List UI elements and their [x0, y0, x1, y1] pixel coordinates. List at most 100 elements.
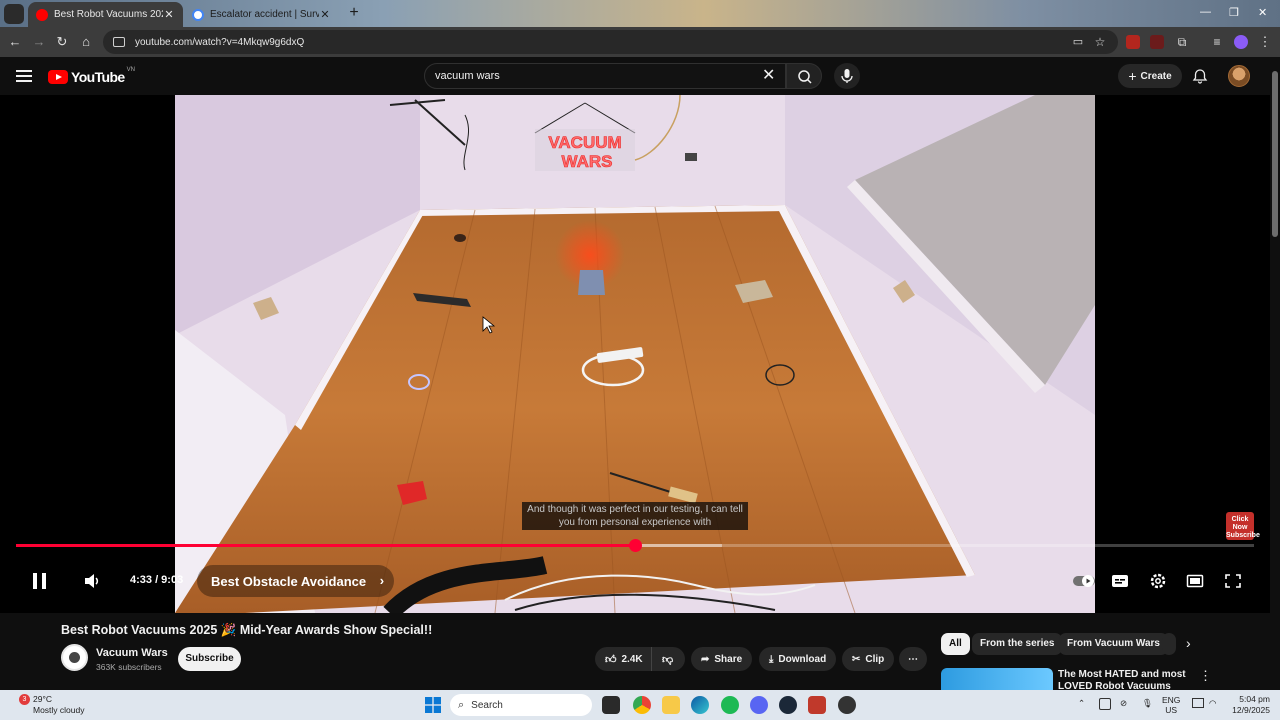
page-scrollbar[interactable] — [1270, 57, 1280, 690]
pause-button[interactable] — [31, 571, 49, 591]
autoplay-icon — [1073, 575, 1095, 587]
back-icon[interactable]: ← — [6, 33, 24, 51]
tab-title: Escalator accident | Survived pr — [210, 9, 319, 20]
home-icon[interactable]: ⌂ — [77, 33, 95, 51]
chapter-title-button[interactable]: Best Obstacle Avoidance › — [197, 565, 395, 597]
recommendation-thumbnail[interactable] — [941, 668, 1053, 690]
tray-display-icon[interactable] — [1192, 698, 1204, 708]
share-button[interactable]: ➦ Share — [691, 647, 753, 671]
language-code: ENG — [1162, 695, 1181, 705]
chrome-app-icon[interactable] — [633, 696, 651, 714]
profile-avatar-icon[interactable] — [1234, 35, 1248, 49]
account-avatar[interactable] — [1228, 65, 1250, 87]
task-view-icon[interactable] — [602, 696, 620, 714]
channel-avatar[interactable] — [61, 644, 88, 671]
discord-app-icon[interactable] — [750, 696, 768, 714]
video-player[interactable]: VACUUM WARS And though it was perfect in… — [0, 95, 1270, 613]
spotify-app-icon[interactable] — [721, 696, 739, 714]
tab-youtube-video[interactable]: Best Robot Vacuums 2025 🎉 ✕ — [28, 2, 183, 27]
time-display: 4:33 / 9:03 — [130, 574, 184, 586]
chip-from-the-series[interactable]: From the series — [972, 633, 1063, 655]
reload-icon[interactable]: ↻ — [53, 33, 71, 51]
close-tab-icon[interactable]: ✕ — [163, 8, 175, 21]
recommendation-menu-icon[interactable]: ⋮ — [1199, 668, 1212, 684]
close-tab-icon[interactable]: ✕ — [319, 8, 331, 21]
clip-label: Clip — [865, 653, 885, 665]
like-button[interactable]: 👍︎ 2.4K — [595, 647, 651, 671]
taskbar-search-label: Search — [471, 699, 503, 711]
clip-button[interactable]: ✂ Clip — [842, 647, 895, 671]
create-button[interactable]: + Create — [1118, 64, 1182, 88]
google-favicon-icon — [192, 8, 204, 21]
channel-name[interactable]: Vacuum Wars — [96, 647, 168, 659]
settings-button[interactable] — [1149, 571, 1167, 591]
theater-mode-button[interactable] — [1186, 571, 1204, 591]
progress-scrubber-handle[interactable] — [629, 539, 642, 552]
file-explorer-icon[interactable] — [662, 696, 680, 714]
site-info-icon[interactable] — [113, 37, 125, 47]
chips-scroll-right-icon[interactable]: › — [1186, 635, 1191, 651]
subtitle-caption: And though it was perfect in our testing… — [522, 502, 748, 530]
tab-search-button[interactable] — [4, 4, 24, 24]
video-frame[interactable]: VACUUM WARS — [175, 95, 1095, 613]
extension-dark-red-icon[interactable] — [1150, 35, 1164, 49]
gear-icon — [1150, 573, 1166, 589]
captions-button[interactable] — [1111, 571, 1129, 591]
click-now-subscribe-badge[interactable]: Click Now Subscribe — [1226, 512, 1260, 540]
create-label: Create — [1140, 70, 1172, 82]
chip-from-vacuum-wars[interactable]: From Vacuum Wars — [1059, 633, 1168, 655]
cast-icon[interactable]: ▭ — [1069, 33, 1087, 51]
taskbar-search[interactable]: ⌕ Search — [450, 694, 592, 716]
chip-all[interactable]: All — [941, 633, 970, 655]
close-window-icon[interactable]: ✕ — [1258, 6, 1267, 19]
pause-icon — [33, 573, 46, 589]
search-input[interactable]: vacuum wars — [424, 63, 786, 89]
tray-wifi-icon[interactable]: ◠ — [1209, 698, 1216, 708]
edge-app-icon[interactable] — [691, 696, 709, 714]
dislike-button[interactable]: 👎︎ — [651, 647, 685, 671]
subscribe-button[interactable]: Subscribe — [178, 647, 241, 671]
tray-mic-icon[interactable]: 🎙︎ — [1142, 698, 1153, 708]
plus-icon: + — [1128, 68, 1137, 84]
clear-search-icon[interactable]: ✕ — [762, 66, 775, 86]
address-bar[interactable]: youtube.com/watch?v=4Mkqw9g6dxQ — [103, 30, 1118, 54]
volume-button[interactable] — [82, 571, 102, 591]
voice-search-button[interactable] — [834, 63, 860, 89]
tab-title: Best Robot Vacuums 2025 🎉 — [54, 9, 163, 20]
hamburger-menu-icon[interactable] — [16, 70, 32, 82]
browser-toolbar: ← → ↻ ⌂ youtube.com/watch?v=4Mkqw9g6dxQ … — [0, 27, 1280, 57]
chip-next-partial[interactable] — [1162, 633, 1176, 655]
download-button[interactable]: ⤓ Download — [759, 647, 837, 671]
reading-list-icon[interactable]: ≡ — [1208, 33, 1226, 51]
maximize-icon[interactable]: ❐ — [1229, 6, 1239, 19]
autoplay-toggle[interactable] — [1072, 571, 1096, 591]
obs-app-icon[interactable] — [838, 696, 856, 714]
steam-app-icon[interactable] — [779, 696, 797, 714]
search-button[interactable] — [786, 63, 822, 89]
youtube-logo[interactable]: YouTube VN — [48, 67, 135, 85]
search-icon: ⌕ — [458, 698, 465, 711]
chrome-menu-icon[interactable]: ⋮ — [1256, 33, 1274, 51]
more-actions-button[interactable]: ⋯ — [899, 647, 927, 671]
tray-network-off-icon[interactable]: ⊘ — [1120, 698, 1127, 708]
bookmark-star-icon[interactable]: ☆ — [1091, 33, 1109, 51]
tray-app-icon[interactable] — [1099, 698, 1111, 710]
extensions-puzzle-icon[interactable]: ⧉ — [1173, 33, 1191, 51]
minimize-icon[interactable]: — — [1200, 6, 1211, 18]
progress-bar[interactable] — [16, 539, 1254, 552]
new-tab-button[interactable]: + — [345, 4, 363, 22]
notifications-bell-icon[interactable] — [1191, 67, 1209, 85]
scrollbar-thumb[interactable] — [1272, 71, 1278, 237]
url-text: youtube.com/watch?v=4Mkqw9g6dxQ — [135, 36, 305, 48]
windows-start-icon[interactable] — [425, 697, 441, 713]
chapter-title: Best Obstacle Avoidance — [211, 573, 367, 589]
weather-widget[interactable]: 3 29°C Mostly cloudy — [14, 694, 85, 716]
language-indicator[interactable]: ENG US — [1162, 695, 1180, 715]
fullscreen-button[interactable] — [1224, 571, 1242, 591]
game-app-icon[interactable] — [808, 696, 826, 714]
extension-red-icon[interactable] — [1126, 35, 1140, 49]
tab-escalator-accident[interactable]: Escalator accident | Survived pr ✕ — [184, 2, 339, 27]
tray-overflow-icon[interactable]: ⌃ — [1078, 698, 1085, 708]
system-clock[interactable]: 5:04 pm 12/9/2025 — [1222, 694, 1270, 716]
forward-icon[interactable]: → — [30, 33, 48, 51]
